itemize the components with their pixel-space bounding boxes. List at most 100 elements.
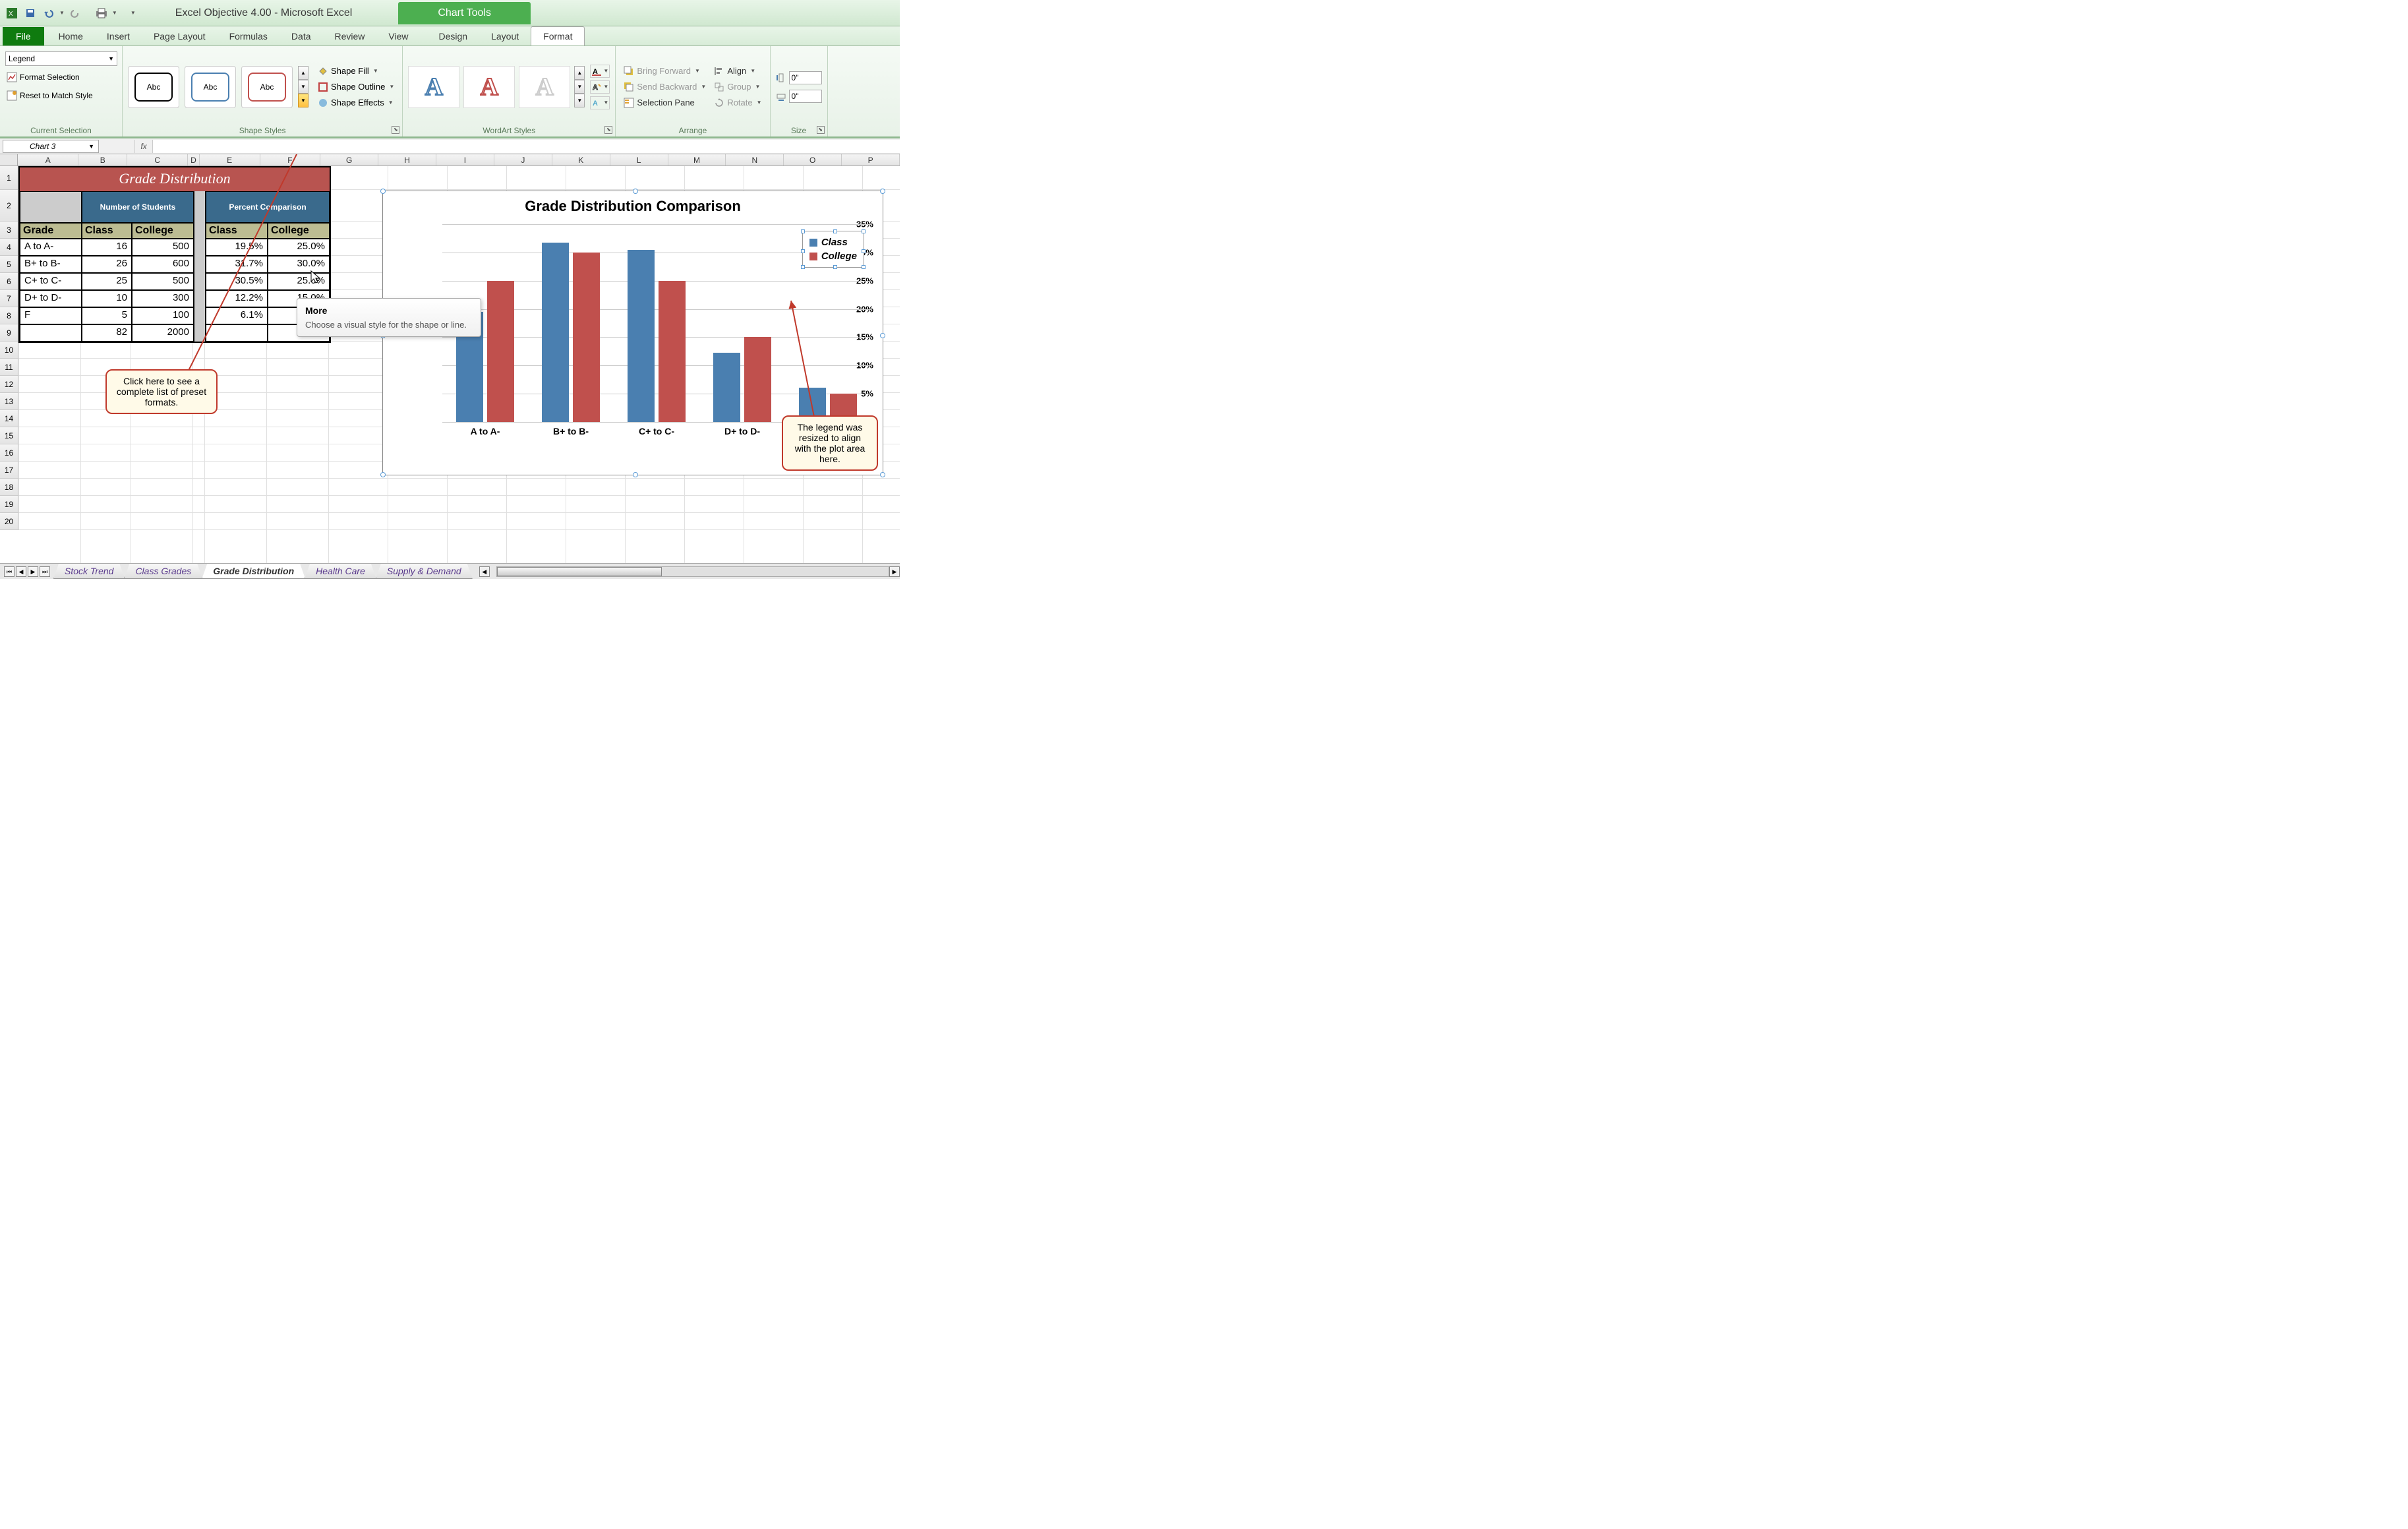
reset-style-label: Reset to Match Style [20,91,93,100]
group-label: Shape Styles [128,125,397,135]
width-input[interactable] [789,90,822,103]
tab-review[interactable]: Review [323,27,377,45]
sheet-tab[interactable]: Class Grades [124,564,202,579]
tab-data[interactable]: Data [279,27,323,45]
formula-input[interactable] [153,140,900,153]
sheet-tab[interactable]: Supply & Demand [376,564,473,579]
sheet-nav-prev[interactable]: ◀ [16,566,26,577]
callout-preset-formats: Click here to see a complete list of pre… [105,369,218,414]
sheet-nav-last[interactable]: ⏭ [40,566,50,577]
reset-style-button[interactable]: Reset to Match Style [5,88,94,103]
gallery-more-button[interactable]: ▼ [574,94,585,107]
effects-icon [318,98,328,108]
format-selection-button[interactable]: Format Selection [5,70,81,84]
hscroll-right[interactable]: ▶ [889,566,900,577]
shape-fill-button[interactable]: Shape Fill▼ [315,65,397,78]
bring-forward-icon [624,66,634,76]
dialog-launcher-icon[interactable]: ⬊ [817,126,825,134]
svg-text:A: A [593,84,598,92]
tab-page-layout[interactable]: Page Layout [142,27,218,45]
wordart-gallery[interactable]: A A A ▲ ▼ ▼ [408,66,585,108]
gallery-up-button[interactable]: ▲ [298,66,308,80]
chevron-down-icon: ▼ [388,100,394,105]
tab-layout[interactable]: Layout [479,27,531,45]
height-input[interactable] [789,71,822,84]
rotate-button[interactable]: Rotate▼ [711,96,764,109]
tooltip-body: Choose a visual style for the shape or l… [305,320,473,330]
send-backward-icon [624,82,634,92]
save-icon[interactable] [22,5,38,21]
tab-view[interactable]: View [376,27,420,45]
width-input-row [776,90,822,103]
sheet-tab[interactable]: Stock Trend [53,564,125,579]
tab-home[interactable]: Home [47,27,95,45]
group-size: Size ⬊ [771,46,828,136]
width-icon [776,91,786,102]
text-effects-button[interactable]: A▼ [590,96,610,109]
file-tab[interactable]: File [3,27,44,45]
group-wordart-styles: A A A ▲ ▼ ▼ A▼ A▼ A▼ WordArt Styles ⬊ [403,46,616,136]
wordart-style-2[interactable]: A [463,66,515,108]
bring-forward-button[interactable]: Bring Forward▼ [621,65,709,78]
redo-icon[interactable] [67,5,83,21]
tab-formulas[interactable]: Formulas [218,27,279,45]
group-label: Current Selection [5,125,117,135]
combo-value: Legend [9,54,35,63]
rotate-icon [714,98,724,108]
ribbon-tabs: File Home Insert Page Layout Formulas Da… [0,26,900,46]
horizontal-scrollbar[interactable] [496,566,889,577]
shape-style-gallery[interactable]: Abc Abc Abc ▲ ▼ ▼ [128,66,308,108]
contextual-tab-label: Chart Tools [398,2,531,24]
text-fill-button[interactable]: A▼ [590,65,610,78]
worksheet-grid[interactable]: ABCDEFGHIJKLMNOP 12345678910111213141516… [0,154,900,563]
shape-style-1[interactable]: Abc [128,66,179,108]
tab-design[interactable]: Design [427,27,480,45]
shape-style-2[interactable]: Abc [185,66,236,108]
fx-button[interactable]: fx [134,140,153,153]
wordart-style-1[interactable]: A [408,66,459,108]
excel-icon[interactable]: X [4,5,20,21]
group-label: WordArt Styles [408,125,610,135]
sheet-tab-bar: ⏮ ◀ ▶ ⏭ Stock TrendClass GradesGrade Dis… [0,563,900,579]
group-button[interactable]: Group▼ [711,80,764,94]
text-outline-button[interactable]: A▼ [590,80,610,94]
gallery-down-button[interactable]: ▼ [298,80,308,94]
group-label: Arrange [621,125,764,135]
cursor-icon [310,270,322,287]
sheet-tab[interactable]: Health Care [305,564,376,579]
sheet-nav-next[interactable]: ▶ [28,566,38,577]
scrollbar-thumb[interactable] [497,567,662,576]
quick-access-toolbar: X ▼ ▼ ▼ [4,5,136,21]
gallery-up-button[interactable]: ▲ [574,66,585,80]
tab-insert[interactable]: Insert [95,27,142,45]
print-icon[interactable] [94,5,109,21]
dialog-launcher-icon[interactable]: ⬊ [604,126,612,134]
hscroll-left[interactable]: ◀ [479,566,490,577]
sheet-tab[interactable]: Grade Distribution [202,564,305,579]
reset-style-icon [7,90,17,101]
selection-pane-button[interactable]: Selection Pane [621,96,709,109]
tab-format[interactable]: Format [531,26,585,45]
name-box[interactable]: Chart 3 ▼ [3,140,99,153]
chevron-down-icon: ▼ [373,68,378,74]
gallery-down-button[interactable]: ▼ [574,80,585,94]
tooltip-more: More Choose a visual style for the shape… [297,298,481,337]
align-icon [714,66,724,76]
format-selection-label: Format Selection [20,73,80,82]
height-input-row [776,71,822,84]
qat-customize-icon[interactable]: ▼ [131,10,136,16]
title-bar: X ▼ ▼ ▼ Excel Objective 4.00 - Microsoft… [0,0,900,26]
wordart-style-3[interactable]: A [519,66,570,108]
chart-element-combo[interactable]: Legend ▼ [5,51,117,66]
shape-effects-button[interactable]: Shape Effects▼ [315,96,397,109]
send-backward-button[interactable]: Send Backward▼ [621,80,709,94]
shape-outline-button[interactable]: Shape Outline▼ [315,80,397,94]
undo-icon[interactable] [41,5,57,21]
align-button[interactable]: Align▼ [711,65,764,78]
gallery-more-button[interactable]: ▼ [298,94,308,107]
shape-style-3[interactable]: Abc [241,66,293,108]
svg-text:A: A [593,100,598,107]
chevron-down-icon: ▼ [88,143,94,150]
dialog-launcher-icon[interactable]: ⬊ [392,126,399,134]
sheet-nav-first[interactable]: ⏮ [4,566,15,577]
